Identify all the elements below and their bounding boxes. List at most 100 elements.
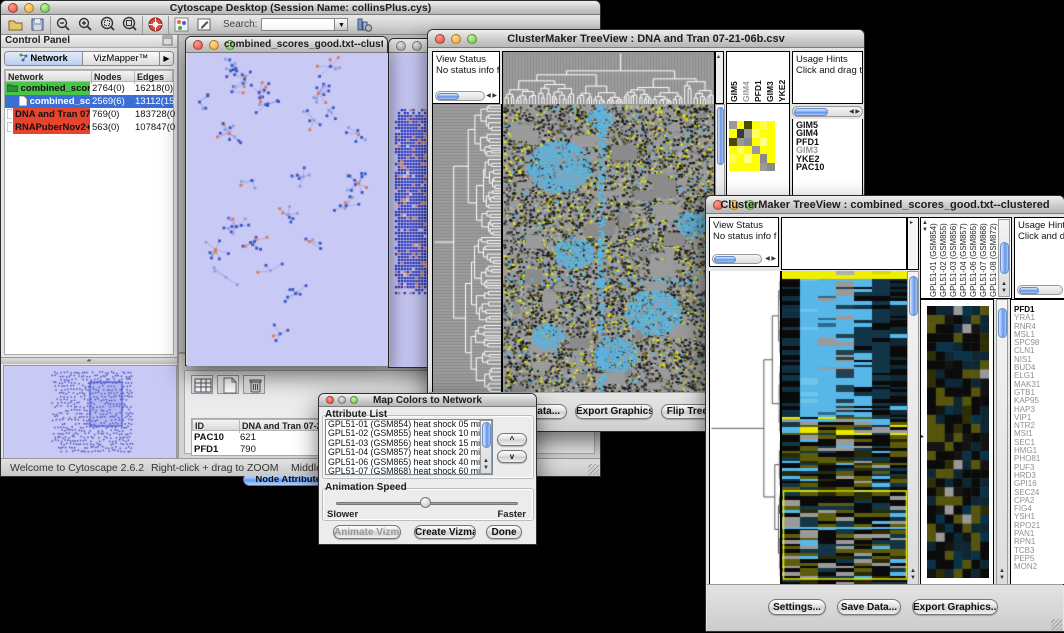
tv1-export-graphics-button[interactable]: Export Graphics... (575, 404, 653, 419)
matrix-cell[interactable] (760, 129, 768, 137)
network-overview-canvas[interactable] (3, 365, 177, 460)
network-row-dna-tran[interactable]: DNA and Tran 07 769(0) 183728(0) (5, 108, 173, 121)
close-icon[interactable] (396, 41, 406, 51)
tv1-row-dendrogram[interactable] (432, 104, 502, 394)
matrix-cell[interactable] (767, 138, 775, 146)
resize-grip[interactable] (588, 464, 599, 475)
matrix-cell[interactable] (737, 163, 745, 171)
tv1-similarity-matrix[interactable] (729, 121, 775, 171)
network-table-header[interactable]: Network Nodes Edges (5, 70, 173, 82)
column-label[interactable]: GPL51-08 (GSM872) (989, 219, 998, 297)
scroll-arrows[interactable]: ▲▼ (999, 568, 1005, 582)
network-view-canvas[interactable] (187, 53, 388, 366)
matrix-cell[interactable] (752, 121, 760, 129)
matrix-cell[interactable] (767, 154, 775, 162)
scroll-arrows[interactable]: ▲▼ (483, 458, 489, 472)
scroll-arrow-icon[interactable]: ▸ (910, 220, 913, 227)
matrix-cell[interactable] (744, 163, 752, 171)
network-row-rnapuber[interactable]: RNAPuberNov2+ 563(0) 107847(0) (5, 121, 173, 134)
chart-settings-icon[interactable] (356, 16, 373, 33)
scroll-arrows[interactable]: ▲▼ (922, 220, 928, 234)
tv2-hints-scrollbar[interactable] (1017, 285, 1063, 295)
matrix-cell[interactable] (760, 154, 768, 162)
matrix-cell[interactable] (767, 121, 775, 129)
dialog-titlebar[interactable]: Map Colors to Network (319, 394, 536, 407)
zoom-fit-icon[interactable] (121, 16, 138, 33)
tv2-settings-button[interactable]: Settings... (768, 599, 826, 615)
annotation-icon[interactable] (196, 16, 213, 33)
gene-label[interactable]: MON2 (1014, 563, 1040, 571)
tv2-save-data-button[interactable]: Save Data... (837, 599, 901, 615)
search-input[interactable] (261, 18, 335, 31)
tv1-hints-scrollbar[interactable]: ◀ ▶ (792, 106, 863, 117)
delete-attribute-icon[interactable] (243, 375, 265, 394)
column-label[interactable]: GPL51-01 (GSM854) (929, 219, 938, 297)
treeview1-titlebar[interactable]: ClusterMaker TreeView : DNA and Tran 07-… (428, 30, 864, 48)
matrix-cell[interactable] (729, 121, 737, 129)
matrix-cell[interactable] (744, 146, 752, 154)
matrix-cell[interactable] (752, 138, 760, 146)
tv1-status-scrollbar[interactable] (435, 91, 485, 101)
scroll-arrows[interactable]: ▲▼ (1001, 281, 1007, 295)
matrix-cell[interactable] (767, 163, 775, 171)
help-lifering-icon[interactable] (147, 16, 164, 33)
panel-float-icon[interactable] (162, 35, 173, 49)
tab-network[interactable]: Network (5, 52, 83, 65)
move-up-button[interactable]: ^ (497, 433, 527, 446)
attribute-item[interactable]: GPL51-07 (GSM868) heat shock 60 min (326, 467, 492, 475)
tv1-column-dendrogram[interactable] (502, 51, 715, 106)
save-icon[interactable] (29, 16, 46, 33)
scroll-arrows[interactable]: ▲▼ (910, 568, 916, 582)
scroll-arrow-icon[interactable]: ▴ (717, 54, 720, 61)
minimize-icon[interactable] (412, 41, 422, 51)
matrix-cell[interactable] (737, 129, 745, 137)
network1-titlebar[interactable]: combined_scores_good.txt--cluste... (186, 37, 387, 53)
column-label[interactable]: GIM3 (765, 53, 775, 102)
network-row-combined-sco-selected[interactable]: combined_sco 2569(6) 13112(15) (5, 95, 173, 108)
column-label[interactable]: GPL51-04 (GSM857) (959, 219, 968, 297)
tv2-heatmap-vscrollbar[interactable]: ▲▼ (907, 271, 919, 585)
tv2-heatmap-canvas[interactable] (781, 271, 909, 586)
done-button[interactable]: Done (486, 525, 522, 539)
close-icon[interactable] (193, 40, 203, 50)
animate-vizmap-button[interactable]: Animate Vizmap (333, 525, 401, 539)
matrix-cell[interactable] (729, 129, 737, 137)
zoom-selected-icon[interactable] (99, 16, 116, 33)
matrix-cell[interactable] (737, 154, 745, 162)
tv2-status-scrollbar[interactable] (712, 254, 762, 264)
matrix-cell[interactable] (752, 129, 760, 137)
column-label[interactable]: YKE2 (777, 53, 787, 102)
column-label[interactable]: GPL51-03 (GSM856) (949, 219, 958, 297)
attribute-list-scrollbar[interactable]: ▲▼ (480, 420, 492, 474)
matrix-cell[interactable] (729, 138, 737, 146)
scroll-arrows[interactable]: ◀ ▶ (849, 109, 860, 116)
open-file-icon[interactable] (7, 16, 24, 33)
main-titlebar[interactable]: Cytoscape Desktop (Session Name: collins… (1, 1, 600, 15)
tab-overflow-button[interactable]: ▶ (159, 52, 173, 65)
tv2-collabel-scrollbar[interactable]: ▲▼ (998, 219, 1010, 297)
zoom-out-icon[interactable] (55, 16, 72, 33)
matrix-cell[interactable] (744, 154, 752, 162)
matrix-cell[interactable] (760, 163, 768, 171)
column-label[interactable]: PFD1 (753, 53, 763, 102)
column-label[interactable]: GIM5 (729, 53, 739, 102)
tv2-export-graphics-button[interactable]: Export Graphics... (912, 599, 998, 615)
new-attribute-icon[interactable] (217, 375, 239, 394)
speed-slider-thumb[interactable] (420, 497, 431, 508)
matrix-cell[interactable] (744, 129, 752, 137)
matrix-cell[interactable] (760, 138, 768, 146)
treeview2-titlebar[interactable]: ClusterMaker TreeView : combined_scores_… (706, 196, 1064, 214)
matrix-cell[interactable] (737, 121, 745, 129)
move-down-button[interactable]: v (497, 450, 527, 463)
tv2-zoom-heatmap-canvas[interactable] (927, 306, 989, 578)
matrix-cell[interactable] (744, 138, 752, 146)
minimize-icon[interactable] (209, 40, 219, 50)
scroll-arrows[interactable]: ◀ ▶ (486, 93, 497, 100)
network-row-combined-scores[interactable]: combined_scores 2764(0) 16218(0) (5, 82, 173, 95)
matrix-cell[interactable] (737, 138, 745, 146)
control-panel-splitter[interactable]: ▰ (1, 357, 177, 364)
column-label[interactable]: GPL51-02 (GSM855) (939, 219, 948, 297)
table-icon[interactable] (191, 375, 213, 394)
layout-icon[interactable] (173, 16, 190, 33)
tab-vizmapper[interactable]: VizMapper™ (83, 52, 160, 65)
